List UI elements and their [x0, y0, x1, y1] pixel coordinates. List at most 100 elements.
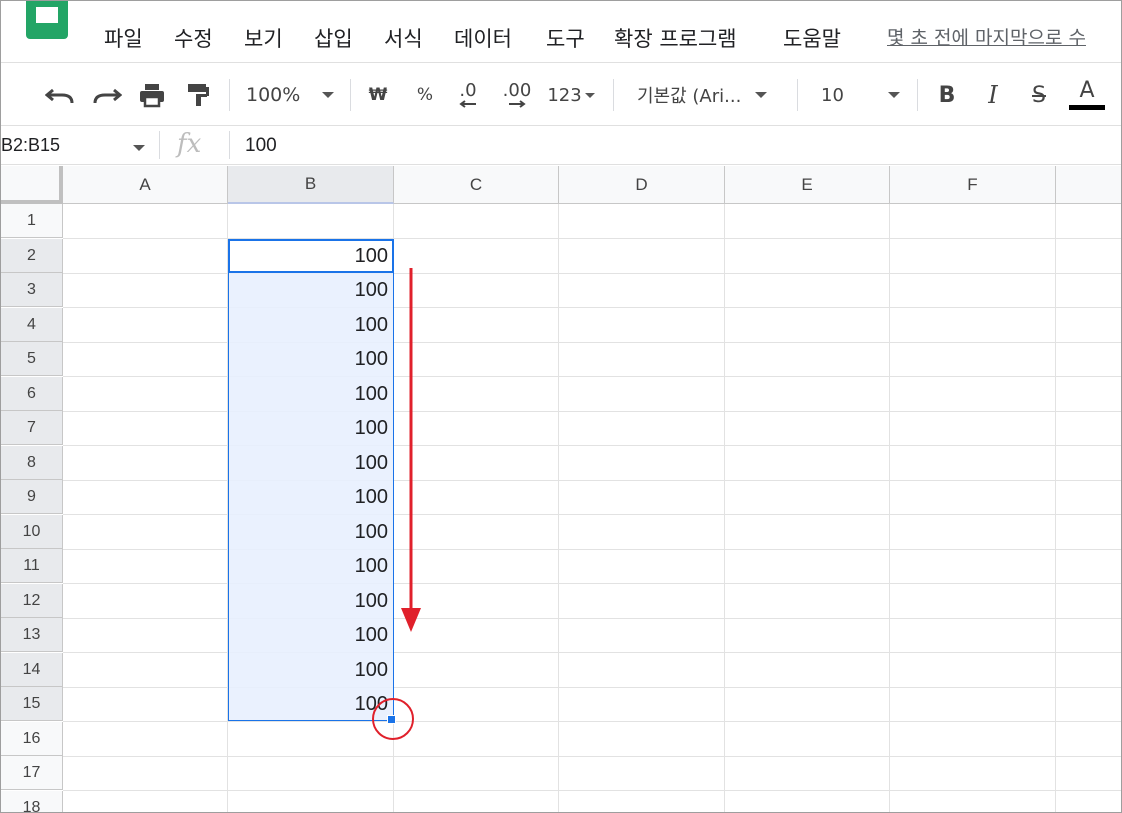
row-header-8[interactable]: 8: [1, 446, 63, 480]
column-header-b[interactable]: B: [228, 166, 394, 204]
cell-b11[interactable]: 100: [228, 549, 388, 583]
row-header-3[interactable]: 3: [1, 273, 63, 307]
toolbar-divider: [917, 79, 918, 111]
column-gridline: [724, 204, 725, 812]
font-family-select[interactable]: 기본값 (Ari...: [637, 78, 783, 112]
more-formats-button[interactable]: 123: [545, 78, 597, 112]
redo-icon[interactable]: [90, 78, 124, 112]
row-header-4[interactable]: 4: [1, 308, 63, 342]
drag-arrow-icon: [401, 268, 421, 632]
row-header-1[interactable]: 1: [1, 204, 63, 238]
name-box[interactable]: B2:B15: [1, 135, 60, 156]
cell-b5[interactable]: 100: [228, 342, 388, 376]
decrease-decimal-button[interactable]: .0: [451, 78, 485, 112]
menu-edit[interactable]: 수정: [174, 23, 213, 53]
row-header-9[interactable]: 9: [1, 480, 63, 514]
row-gridline: [63, 756, 1121, 757]
cell-b12[interactable]: 100: [228, 584, 388, 618]
row-header-16[interactable]: 16: [1, 722, 63, 756]
print-icon[interactable]: [135, 78, 169, 112]
cell-b7[interactable]: 100: [228, 411, 388, 445]
chevron-down-icon: [322, 92, 335, 98]
row-header-10[interactable]: 10: [1, 515, 63, 549]
column-header-next[interactable]: [1056, 166, 1121, 204]
row-gridline: [63, 583, 1121, 584]
menu-data[interactable]: 데이터: [454, 23, 512, 53]
row-gridline: [63, 514, 1121, 515]
column-header-d[interactable]: D: [559, 166, 725, 204]
row-header-18[interactable]: 18: [1, 791, 63, 812]
chevron-down-icon: [755, 92, 768, 98]
fx-icon: fx: [177, 129, 202, 159]
chevron-down-icon: [584, 92, 595, 98]
row-gridline: [63, 721, 1121, 722]
row-header-5[interactable]: 5: [1, 342, 63, 376]
sheets-logo-icon[interactable]: [26, 1, 68, 39]
cell-b15[interactable]: 100: [228, 687, 388, 721]
row-gridline: [63, 618, 1121, 619]
toolbar: 100% ₩ % .0 .00 123 기본값 (Ari... 10 B I S…: [1, 64, 1121, 126]
column-header-f[interactable]: F: [890, 166, 1056, 204]
cell-b10[interactable]: 100: [228, 515, 388, 549]
menu-format[interactable]: 서식: [384, 23, 423, 53]
cell-b9[interactable]: 100: [228, 480, 388, 514]
paint-format-icon[interactable]: [183, 78, 213, 112]
zoom-select[interactable]: 100%: [246, 78, 341, 112]
chevron-down-icon[interactable]: [133, 145, 145, 151]
increase-decimal-button[interactable]: .00: [499, 78, 535, 112]
toolbar-divider: [229, 79, 230, 111]
row-header-11[interactable]: 11: [1, 549, 63, 583]
row-gridline: [63, 411, 1121, 412]
sheet-grid[interactable]: 100 100 100 100 100 100 100 100 100 100 100 100 100 1…: [1, 166, 1121, 812]
cell-b8[interactable]: 100: [228, 446, 388, 480]
cell-b4[interactable]: 100: [228, 308, 388, 342]
text-color-button[interactable]: A: [1067, 78, 1107, 112]
cell-b6[interactable]: 100: [228, 377, 388, 411]
fill-handle-highlight-circle: [372, 698, 414, 740]
formula-input[interactable]: 100: [245, 135, 277, 157]
cell-b14[interactable]: 100: [228, 653, 388, 687]
toolbar-divider: [613, 79, 614, 111]
select-all-corner[interactable]: [1, 166, 63, 204]
column-header-c[interactable]: C: [394, 166, 559, 204]
text-color-swatch: [1069, 105, 1105, 110]
font-size-select[interactable]: 10: [821, 78, 905, 112]
menu-insert[interactable]: 삽입: [314, 23, 353, 53]
row-gridline: [63, 549, 1121, 550]
percent-format-button[interactable]: %: [411, 78, 439, 112]
row-header-7[interactable]: 7: [1, 411, 63, 445]
row-header-6[interactable]: 6: [1, 377, 63, 411]
spreadsheet-window: 파일 수정 보기 삽입 서식 데이터 도구 확장 프로그램 도움말 몇 초 전에…: [0, 0, 1122, 813]
cell-b13[interactable]: 100: [228, 618, 388, 652]
menu-help[interactable]: 도움말: [783, 23, 841, 53]
last-edit-link[interactable]: 몇 초 전에 마지막으로 수: [887, 23, 1086, 50]
row-header-17[interactable]: 17: [1, 756, 63, 790]
arrow-left-icon: [459, 100, 476, 108]
chevron-down-icon: [887, 92, 900, 98]
row-gridline: [63, 790, 1121, 791]
menu-file[interactable]: 파일: [104, 23, 143, 53]
italic-button[interactable]: I: [979, 78, 1007, 112]
formula-bar: B2:B15 fx 100: [1, 127, 1121, 165]
bold-button[interactable]: B: [933, 78, 961, 112]
strikethrough-button[interactable]: S: [1025, 78, 1053, 112]
row-header-14[interactable]: 14: [1, 653, 63, 687]
row-header-15[interactable]: 15: [1, 687, 63, 721]
column-header-e[interactable]: E: [725, 166, 890, 204]
undo-icon[interactable]: [43, 78, 77, 112]
cell-b3[interactable]: 100: [228, 273, 388, 307]
toolbar-divider: [350, 79, 351, 111]
row-gridline: [63, 687, 1121, 688]
menu-extensions[interactable]: 확장 프로그램: [614, 23, 737, 53]
menu-tools[interactable]: 도구: [546, 23, 585, 53]
row-header-12[interactable]: 12: [1, 584, 63, 618]
column-header-a[interactable]: A: [63, 166, 228, 204]
toolbar-divider: [797, 79, 798, 111]
row-header-2[interactable]: 2: [1, 239, 63, 273]
column-gridline: [889, 204, 890, 812]
row-header-13[interactable]: 13: [1, 618, 63, 652]
cell-b2[interactable]: 100: [228, 239, 388, 273]
menu-view[interactable]: 보기: [244, 23, 283, 53]
formula-divider: [159, 131, 160, 159]
currency-format-button[interactable]: ₩: [363, 78, 393, 112]
